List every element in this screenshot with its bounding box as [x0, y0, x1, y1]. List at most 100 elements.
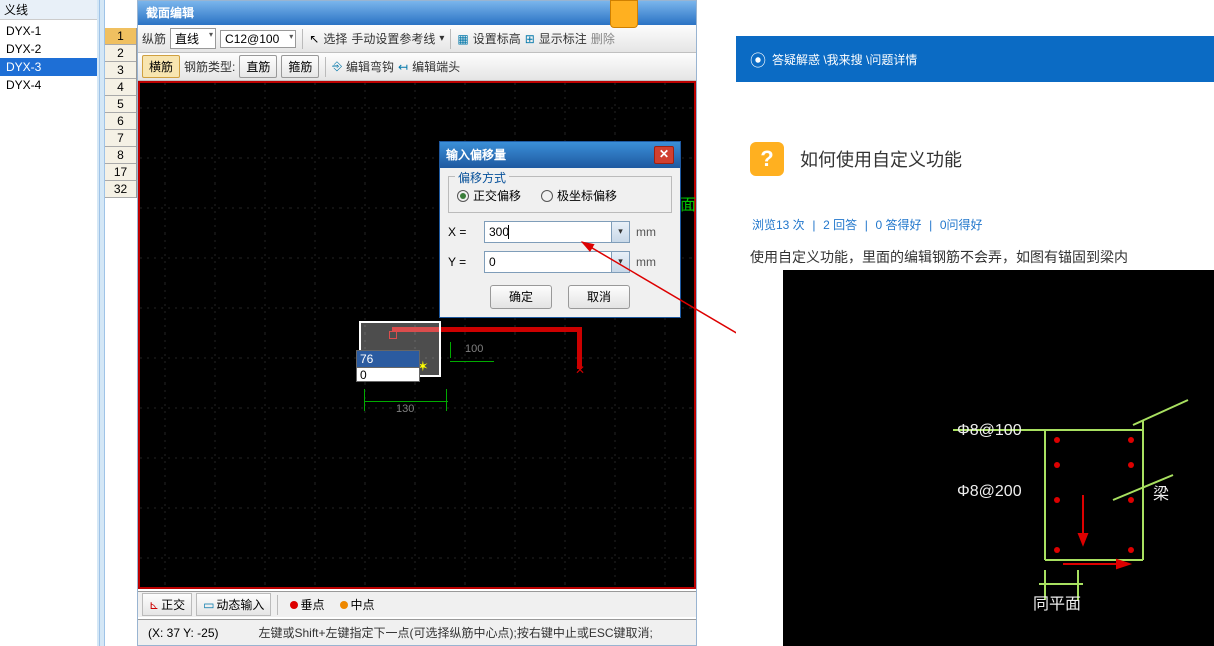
offset-mode-fieldset: 偏移方式 正交偏移 极坐标偏移	[448, 176, 672, 213]
fieldset-legend: 偏移方式	[455, 169, 509, 186]
status-toolbar: ⊾正交 ▭动态输入 垂点 中点	[138, 591, 696, 617]
question-header: ? 如何使用自定义功能	[736, 142, 1214, 176]
y-label: Y =	[448, 255, 478, 269]
btn-ortho[interactable]: ⊾正交	[142, 593, 192, 616]
rebar-x-mark: ✕	[575, 363, 585, 377]
meta-good-answer[interactable]: 0 答得好	[875, 218, 921, 232]
btn-edit-hook[interactable]: 编辑弯钩	[346, 58, 394, 75]
radio-icon	[541, 190, 553, 202]
btn-zhijin[interactable]: 直筋	[239, 55, 277, 78]
question-description: 使用自定义功能，里面的编辑钢筋不会弄，如图有锚固到梁内	[736, 233, 1214, 273]
btn-hengjin[interactable]: 横筋	[142, 55, 180, 78]
sidebar-item-dyx2[interactable]: DYX-2	[0, 40, 97, 58]
ortho-icon: ⊾	[149, 598, 159, 612]
btn-delete[interactable]: 删除	[591, 30, 615, 47]
radio-icon-checked	[457, 190, 469, 202]
row-num-6[interactable]: 6	[105, 113, 136, 130]
row-num-4[interactable]: 4	[105, 79, 136, 96]
btn-dynamic-input[interactable]: ▭动态输入	[196, 593, 271, 616]
separator	[302, 29, 303, 49]
row-num-7[interactable]: 7	[105, 130, 136, 147]
separator	[450, 29, 451, 49]
dim-line	[364, 401, 448, 402]
orange-dot-icon	[340, 601, 348, 609]
sidebar-item-dyx1[interactable]: DYX-1	[0, 22, 97, 40]
row-num-3[interactable]: 3	[105, 62, 136, 79]
btn-set-elevation[interactable]: 设置标高	[473, 30, 521, 47]
hook-icon: ⎆	[332, 59, 342, 74]
left-sidebar: 义线 DYX-1 DYX-2 DYX-3 DYX-4	[0, 0, 99, 646]
breadcrumb-bar: ⦿ 答疑解惑 \我来搜 \问题详情	[736, 36, 1214, 82]
dropdown-icon[interactable]: ▾	[611, 222, 629, 242]
cad-reference-image: Φ8@100 Φ8@200 同平面 梁	[783, 270, 1214, 646]
unit-label: mm	[636, 225, 656, 239]
separator	[325, 57, 326, 77]
pin-icon: ⦿	[750, 47, 766, 71]
sidebar-list: DYX-1 DYX-2 DYX-3 DYX-4	[0, 20, 97, 94]
meta-good-question[interactable]: 0问得好	[940, 218, 983, 232]
dim-tick	[450, 342, 451, 358]
row-num-5[interactable]: 5	[105, 96, 136, 113]
row-num-8[interactable]: 8	[105, 147, 136, 164]
dyn-icon: ▭	[203, 598, 214, 612]
end-icon: ↤	[398, 60, 408, 74]
combo-line-type[interactable]: 直线	[170, 28, 216, 49]
x-input[interactable]: 300 ▾	[484, 221, 630, 243]
meta-answers[interactable]: 2 回答	[823, 218, 857, 232]
dialog-title-bar[interactable]: 输入偏移量 ✕	[440, 142, 680, 168]
cad-label-beam: 梁	[1153, 480, 1169, 504]
toolbar-top: 纵筋 直线 C12@100 ↖ 选择 手动设置参考线 ▾ ▦ 设置标高 ⊞ 显示…	[138, 25, 696, 53]
meta-views[interactable]: 浏览13 次	[752, 218, 805, 232]
dim-line	[450, 361, 494, 362]
edit-value-active[interactable]: 76	[357, 351, 419, 367]
radio-label-orthogonal: 正交偏移	[473, 187, 521, 204]
sidebar-item-dyx4[interactable]: DYX-4	[0, 76, 97, 94]
coordinates-display: (X: 37 Y: -25)	[142, 626, 218, 640]
site-title: 广联达服务新干线	[736, 0, 982, 4]
dimension-100: 100	[465, 343, 483, 355]
snap-midpoint[interactable]: 中点	[334, 594, 380, 615]
toolbar-bottom: 横筋 钢筋类型: 直筋 箍筋 ⎆ 编辑弯钩 ↤ 编辑端头	[138, 53, 696, 81]
row-num-32[interactable]: 32	[105, 181, 136, 198]
dialog-close-button[interactable]: ✕	[654, 146, 674, 164]
edit-value-secondary[interactable]: 0	[357, 367, 419, 381]
sidebar-header: 义线	[0, 0, 97, 20]
dropdown-icon[interactable]: ▾	[611, 252, 629, 272]
arrow-icon: ↖	[309, 32, 319, 46]
dimension-130: 130	[396, 403, 414, 415]
row-num-17[interactable]: 17	[105, 164, 136, 181]
btn-select[interactable]: 选择	[323, 30, 347, 47]
breadcrumb[interactable]: 答疑解惑 \我来搜 \问题详情	[772, 51, 917, 68]
radio-label-polar: 极坐标偏移	[557, 187, 617, 204]
combo-rebar-spec[interactable]: C12@100	[220, 30, 296, 48]
sidebar-item-dyx3[interactable]: DYX-3	[0, 58, 97, 76]
red-dot-icon	[290, 601, 298, 609]
cad-label-plane: 同平面	[1033, 590, 1081, 614]
row-number-gutter: 1 2 3 4 5 6 7 8 17 32	[105, 28, 137, 198]
x-input-row: X = 300 ▾ mm	[448, 221, 672, 243]
y-input[interactable]: 0▾	[484, 251, 630, 273]
btn-gujin[interactable]: 箍筋	[281, 55, 319, 78]
row-num-1[interactable]: 1	[105, 28, 136, 45]
btn-edit-end[interactable]: 编辑端头	[412, 58, 460, 75]
radio-orthogonal[interactable]: 正交偏移	[457, 187, 521, 204]
offset-dialog: 输入偏移量 ✕ 偏移方式 正交偏移 极坐标偏移 X =	[439, 141, 681, 318]
ok-button[interactable]: 确定	[490, 285, 552, 309]
cancel-button[interactable]: 取消	[568, 285, 630, 309]
dialog-body: 偏移方式 正交偏移 极坐标偏移 X = 300 ▾ mm	[440, 168, 680, 317]
x-label: X =	[448, 225, 478, 239]
row-num-2[interactable]: 2	[105, 45, 136, 62]
favorite-star-icon[interactable]	[610, 0, 638, 28]
y-input-row: Y = 0▾ mm	[448, 251, 672, 273]
status-info: (X: 37 Y: -25) 左键或Shift+左键指定下一点(可选择纵筋中心点…	[138, 619, 696, 645]
inline-value-editor[interactable]: 76 0	[356, 350, 420, 382]
radio-polar[interactable]: 极坐标偏移	[541, 187, 617, 204]
dim-tick	[446, 389, 447, 411]
label-gjlx: 钢筋类型:	[184, 58, 235, 75]
snap-perpendicular[interactable]: 垂点	[284, 594, 330, 615]
btn-show-annotation[interactable]: 显示标注	[539, 30, 587, 47]
dialog-title: 输入偏移量	[446, 142, 506, 168]
dim-tick	[364, 389, 365, 411]
question-meta: 浏览13 次 | 2 回答 | 0 答得好 | 0问得好	[736, 216, 1214, 233]
btn-manual-ref[interactable]: 手动设置参考线	[351, 30, 435, 47]
